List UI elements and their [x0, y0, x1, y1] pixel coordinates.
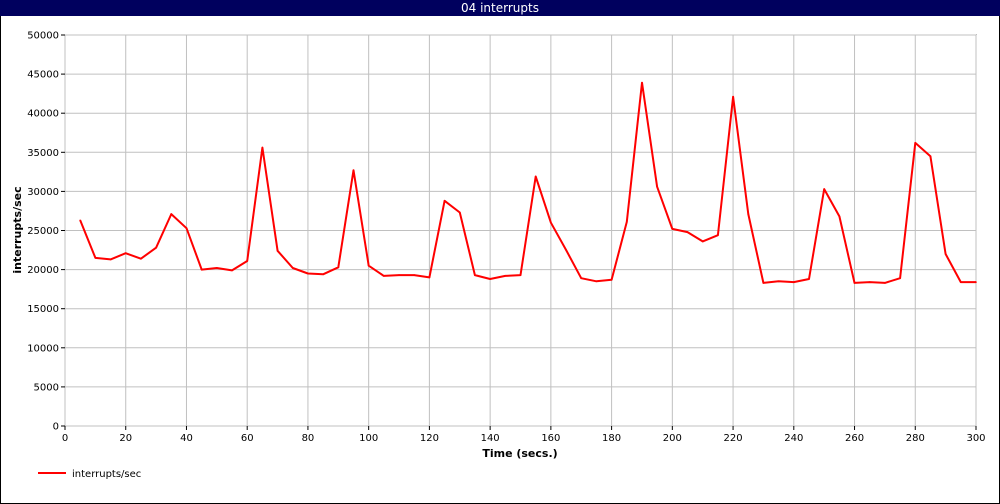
y-tick-label: 20000	[27, 265, 59, 276]
x-tick-label: 40	[180, 433, 193, 444]
data-point	[322, 273, 324, 276]
data-point	[656, 185, 658, 188]
data-point	[793, 281, 795, 283]
data-point	[200, 268, 203, 271]
y-tick-label: 30000	[27, 187, 59, 198]
y-tick-label: 50000	[27, 31, 59, 42]
data-point	[519, 274, 522, 276]
y-tick-label: 40000	[27, 109, 59, 120]
data-point	[929, 155, 932, 158]
data-point	[671, 228, 674, 230]
data-point	[443, 199, 446, 202]
x-tick-label: 0	[62, 433, 68, 444]
data-point	[367, 264, 370, 267]
data-point	[534, 175, 537, 178]
data-point	[124, 252, 127, 254]
data-point	[868, 281, 871, 283]
data-point	[641, 81, 643, 84]
data-point	[261, 146, 264, 149]
y-tick-label: 45000	[27, 70, 59, 81]
data-point	[960, 281, 962, 283]
x-tick-label: 200	[663, 433, 682, 444]
data-point	[79, 219, 81, 222]
data-point	[701, 240, 704, 243]
x-tick-label: 100	[359, 433, 378, 444]
data-point	[747, 213, 750, 215]
chart-svg: 0 5000 10000 15000 20000 25000 30000 35000 40000…	[11, 31, 986, 481]
y-axis-ticks: 0 5000 10000 15000 20000 25000 30000 35000 40000…	[27, 31, 65, 433]
data-point	[884, 282, 886, 284]
data-point	[231, 269, 233, 272]
data-point	[595, 280, 598, 283]
data-point	[686, 231, 689, 233]
data-point	[458, 211, 461, 214]
y-tick-label: 25000	[27, 226, 59, 237]
x-tick-label: 160	[541, 433, 560, 444]
data-point	[914, 142, 917, 144]
x-tick-label: 140	[481, 433, 500, 444]
data-point	[337, 266, 340, 269]
data-point	[413, 274, 416, 276]
data-point	[291, 267, 294, 269]
x-tick-label: 180	[602, 433, 621, 444]
data-point	[489, 278, 491, 280]
data-point	[580, 277, 583, 280]
x-tick-label: 260	[845, 433, 864, 444]
data-point	[428, 276, 431, 279]
data-point	[853, 282, 856, 284]
data-point	[246, 260, 248, 262]
legend-label: interrupts/sec	[72, 469, 141, 480]
x-axis-ticks: 0 20 40 60 80 100 120 140 160 180 200 220 240 260 280 3…	[62, 426, 986, 444]
x-tick-label: 220	[724, 433, 743, 444]
data-point	[94, 257, 97, 259]
y-tick-label: 10000	[27, 343, 59, 354]
data-point	[383, 275, 385, 277]
y-tick-label: 0	[53, 422, 59, 433]
x-axis-label: Time (secs.)	[482, 447, 557, 460]
data-point	[777, 280, 780, 283]
data-point	[185, 227, 188, 229]
data-point	[975, 281, 977, 283]
x-tick-label: 240	[784, 433, 803, 444]
data-point	[550, 221, 552, 224]
data-point	[808, 278, 810, 280]
data-point	[610, 278, 613, 281]
y-axis-label: interrupts/sec	[11, 186, 24, 273]
data-point	[140, 257, 142, 260]
data-point	[216, 267, 218, 269]
y-tick-label: 5000	[34, 382, 59, 393]
x-tick-label: 60	[241, 433, 254, 444]
x-tick-label: 120	[420, 433, 439, 444]
data-point	[762, 282, 765, 284]
data-point	[625, 221, 628, 223]
data-point	[474, 274, 476, 276]
data-point	[307, 272, 309, 275]
x-tick-label: 300	[966, 433, 985, 444]
x-tick-label: 280	[906, 433, 925, 444]
data-point	[899, 277, 901, 280]
data-point	[944, 253, 947, 255]
y-tick-label: 15000	[27, 304, 59, 315]
legend: interrupts/sec	[38, 469, 141, 480]
x-tick-label: 20	[119, 433, 132, 444]
data-point	[717, 234, 719, 236]
data-point	[398, 274, 400, 276]
data-point	[823, 188, 825, 190]
data-point	[155, 246, 157, 249]
x-tick-label: 80	[302, 433, 315, 444]
data-point	[109, 258, 112, 261]
data-point	[504, 275, 507, 277]
data-point	[732, 95, 734, 98]
data-point	[276, 250, 279, 252]
data-point	[565, 249, 567, 251]
data-point	[838, 215, 841, 218]
y-tick-label: 35000	[27, 148, 59, 159]
data-point	[170, 213, 173, 215]
data-point	[352, 169, 355, 172]
